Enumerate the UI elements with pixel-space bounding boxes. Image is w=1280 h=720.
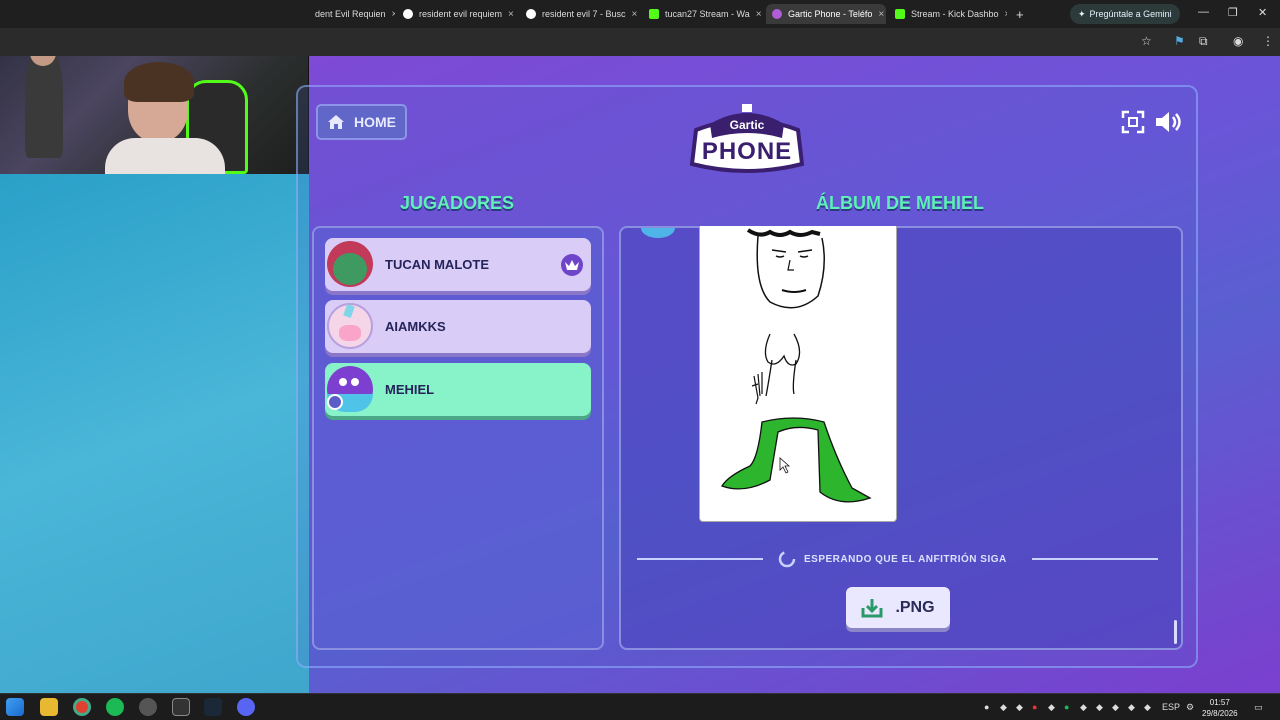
browser-tab-5[interactable]: Gartic Phone - Teléfo × [766,4,886,24]
tab-title: tucan27 Stream - Wa [665,9,750,19]
browser-tab-3[interactable]: resident evil 7 - Busc × [520,4,638,24]
streamer-hair [124,62,194,102]
album-scrollbar[interactable] [1174,620,1177,644]
divider-line [1032,558,1158,560]
menu-dots-icon[interactable]: ⋮ [1262,34,1274,48]
tray-icon[interactable]: ◆ [1000,702,1007,713]
close-icon[interactable]: × [1005,9,1007,20]
extension-icon[interactable]: ⚑ [1174,34,1185,48]
player-name: AIAMKKS [385,319,446,334]
language-indicator[interactable]: ESP [1162,702,1180,712]
browser-tab-4[interactable]: tucan27 Stream - Wa × [643,4,761,24]
windows-taskbar: ● ◆ ◆ ● ◆ ● ◆ ◆ ◆ ◆ ◆ ESP ⚙ 01:57 29/8/2… [0,693,1280,720]
download-png-button[interactable]: .PNG [846,587,950,628]
kick-icon [895,9,905,19]
clock-date: 29/8/2026 [1202,709,1238,718]
player-row[interactable]: TUCAN MALOTE [325,238,591,291]
spotify-icon[interactable] [106,698,124,716]
home-icon [328,115,344,129]
steam-icon[interactable] [204,698,222,716]
waiting-text: ESPERANDO QUE EL ANFITRIÓN SIGA [804,553,1007,565]
tab-title: Gartic Phone - Teléfo [788,9,873,19]
album-title: ÁLBUM DE MEHIEL [816,193,984,213]
gemini-icon: ✦ [1078,8,1086,19]
spotify-tray-icon[interactable]: ● [1064,702,1069,712]
player-row[interactable]: AIAMKKS [325,300,591,353]
divider-line [637,558,763,560]
tray-icon[interactable]: ◆ [1144,702,1151,713]
settings-icon[interactable]: ⚙ [1186,702,1194,713]
browser-tab-bar: dent Evil Requien × resident evil requie… [0,0,1280,28]
extensions-puzzle-icon[interactable]: ⧉ [1199,34,1208,49]
players-title: JUGADORES [400,193,515,213]
close-window-icon[interactable]: ✕ [1258,6,1267,19]
gartic-phone-logo: Gartic PHONE [686,104,808,178]
file-explorer-icon[interactable] [40,698,58,716]
tab-title: dent Evil Requien [315,9,386,19]
tab-title: resident evil 7 - Busc [542,9,626,19]
tray-icon[interactable]: ◆ [1080,702,1087,713]
close-icon[interactable]: × [508,9,514,20]
google-icon [526,9,536,19]
restore-icon[interactable]: ❐ [1228,6,1238,19]
loading-spinner-icon [778,550,796,568]
windows-start-icon[interactable] [6,698,24,716]
close-icon[interactable]: × [392,9,395,20]
chrome-icon[interactable] [73,698,91,716]
streamer-shirt [105,138,225,174]
browser-toolbar [0,28,1280,56]
gemini-button[interactable]: ✦ Pregúntale a Gemini [1070,4,1180,24]
discord-icon[interactable] [237,698,255,716]
player-avatar [327,303,373,349]
gartic-icon [772,9,782,19]
google-icon [403,9,413,19]
player-avatar [327,241,373,287]
tab-title: resident evil requiem [419,9,503,19]
close-icon[interactable]: × [632,9,638,20]
gemini-label: Pregúntale a Gemini [1089,9,1172,19]
waiting-status: ESPERANDO QUE EL ANFITRIÓN SIGA [778,550,1007,568]
epic-games-icon[interactable] [172,698,190,716]
microphone-icon[interactable]: ● [984,702,989,712]
page-background-left [0,174,309,693]
album-avatar [641,228,675,238]
download-icon [861,598,883,617]
tray-icon[interactable]: ◆ [1016,702,1023,713]
browser-tab-6[interactable]: Stream - Kick Dashbo × [889,4,1007,24]
record-icon[interactable]: ● [1032,702,1037,712]
clock[interactable]: 01:57 29/8/2026 [1202,697,1238,719]
fullscreen-icon[interactable] [1121,110,1145,134]
png-label: .PNG [895,598,935,616]
notifications-icon[interactable]: ▭ [1254,702,1263,713]
player-row-self[interactable]: MEHIEL [325,363,591,416]
bookmark-star-icon[interactable]: ☆ [1141,34,1152,48]
tray-icon[interactable]: ◆ [1048,702,1055,713]
kick-icon [649,9,659,19]
tab-title: Stream - Kick Dashbo [911,9,999,19]
volume-icon[interactable] [1154,110,1182,134]
tray-icon[interactable]: ◆ [1128,702,1135,713]
album-drawing [699,226,897,522]
browser-tab-2[interactable]: resident evil requiem × [397,4,515,24]
host-crown-icon [561,254,583,276]
self-user-icon [327,394,343,410]
player-name: MEHIEL [385,382,435,397]
volume-tray-icon[interactable]: ◆ [1096,702,1103,713]
player-name: TUCAN MALOTE [385,257,489,272]
home-label: HOME [354,114,396,130]
clock-time: 01:57 [1209,698,1230,707]
close-icon[interactable]: × [878,9,884,20]
close-icon[interactable]: × [756,9,761,20]
profile-avatar-icon[interactable]: ◉ [1233,34,1243,48]
app-icon[interactable] [139,698,157,716]
home-button[interactable]: HOME [316,104,407,140]
browser-tab-1[interactable]: dent Evil Requien × [309,4,395,24]
new-tab-button[interactable]: + [1010,4,1030,24]
logo-top-text: Gartic [729,118,765,132]
minimize-icon[interactable]: — [1198,6,1209,18]
network-icon[interactable]: ◆ [1112,702,1119,713]
logo-bottom-text: PHONE [701,138,793,165]
